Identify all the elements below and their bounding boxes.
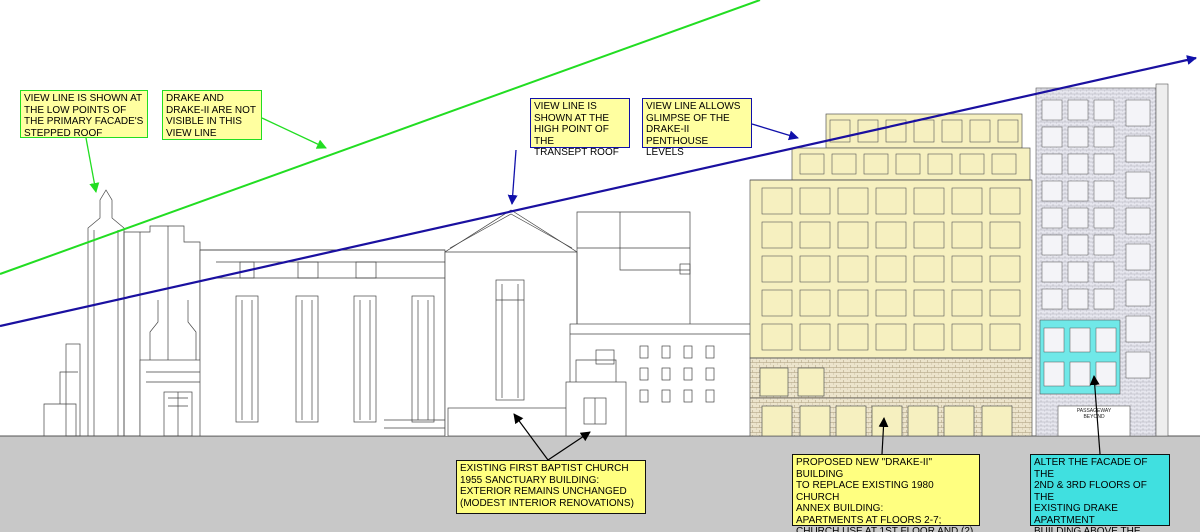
drake-ii-window [989, 221, 1021, 249]
penthouse-window [799, 153, 825, 175]
drake-ii-window [913, 255, 945, 283]
drake-ii-window [799, 221, 831, 249]
drake-window [1093, 261, 1115, 283]
drake-ii-window [761, 323, 793, 351]
drake-ii-window [989, 323, 1021, 351]
drake-ii-window [799, 289, 831, 317]
penthouse-window [969, 119, 991, 143]
drake-ii-window [799, 187, 831, 215]
note-proposed-drake-ii: PROPOSED NEW "DRAKE-II" BUILDING TO REPL… [792, 454, 980, 532]
penthouse-window [895, 153, 921, 175]
penthouse-window [959, 153, 985, 175]
elevation-svg [0, 0, 1200, 532]
drake-ii-window [951, 323, 983, 351]
drake-window [1041, 180, 1063, 202]
drake-ii-window [837, 187, 869, 215]
drake-window [1125, 243, 1151, 271]
drake-ii-window [951, 289, 983, 317]
drake-ii-window [875, 323, 907, 351]
drake-window [1069, 327, 1091, 353]
drake-window [1095, 327, 1117, 353]
drake-ii-window [913, 221, 945, 249]
drake-window [1041, 261, 1063, 283]
leader-view-line-low [85, 137, 100, 193]
note-alter-drake-facade: ALTER THE FACADE OF THE 2nd & 3rd FLOORS… [1030, 454, 1170, 532]
drake-window [1043, 327, 1065, 353]
note-view-line-high-point: VIEW LINE IS SHOWN AT THE HIGH POINT OF … [530, 98, 630, 158]
drake-window [1067, 153, 1089, 175]
drake-window [1125, 207, 1151, 235]
drake-ii-window [875, 289, 907, 317]
penthouse-window [831, 153, 857, 175]
drake-window [1125, 351, 1151, 379]
drake-window [1067, 126, 1089, 148]
drake-ii-window [989, 289, 1021, 317]
drake-window [1125, 135, 1151, 163]
drake-window [1043, 361, 1065, 387]
drake-window [1041, 99, 1063, 121]
drake-ii-window [837, 323, 869, 351]
drake-ii-window [951, 221, 983, 249]
drake-ii-window [761, 255, 793, 283]
drake-window [1041, 153, 1063, 175]
drake-ii-window [761, 187, 793, 215]
drake-window [1093, 99, 1115, 121]
drake-window [1125, 99, 1151, 127]
drake-ii-window [761, 289, 793, 317]
leader-view-line-high [507, 149, 518, 205]
drake-ii-window [913, 289, 945, 317]
drake-window [1069, 361, 1091, 387]
drake-ii-window [837, 255, 869, 283]
drake-ii-window [799, 255, 831, 283]
drake-ii-window [837, 289, 869, 317]
drake-window [1041, 126, 1063, 148]
drake-window [1093, 180, 1115, 202]
leader-drake-not-visible [261, 117, 327, 149]
drake-ii-window [837, 221, 869, 249]
drake-ii-window [913, 323, 945, 351]
drake-ii-window [989, 187, 1021, 215]
drake-window [1067, 99, 1089, 121]
note-view-line-low-points: VIEW LINE IS SHOWN AT THE LOW POINTS OF … [20, 90, 148, 139]
drake-window [1041, 234, 1063, 256]
drake-window [1067, 261, 1089, 283]
drake-window [1093, 153, 1115, 175]
penthouse-window [913, 119, 935, 143]
drake-window [1093, 234, 1115, 256]
drake-ii-window [761, 221, 793, 249]
existing-church [43, 189, 753, 437]
drake-window [1041, 288, 1063, 310]
drake-ii-window [913, 187, 945, 215]
drake-window [1067, 207, 1089, 229]
penthouse-window [863, 153, 889, 175]
drake-window [1093, 288, 1115, 310]
passageway-label: PASSAGEWAY BEYOND [1076, 408, 1112, 420]
elevation-drawing: PASSAGEWAY BEYOND VIEW LINE IS SHOWN AT … [0, 0, 1200, 532]
drake-window [1095, 361, 1117, 387]
drake-window [1125, 171, 1151, 199]
penthouse-window [941, 119, 963, 143]
drake-window [1067, 234, 1089, 256]
drake-ii-window [989, 255, 1021, 283]
drake-window [1093, 207, 1115, 229]
penthouse-window [997, 119, 1019, 143]
penthouse-window [927, 153, 953, 175]
drake-ii-window [875, 187, 907, 215]
note-existing-church: EXISTING FIRST BAPTIST CHURCH 1955 SANCT… [456, 460, 646, 514]
drake-window [1067, 180, 1089, 202]
drake-ii-window [799, 323, 831, 351]
drake-window [1093, 126, 1115, 148]
drake-window [1067, 288, 1089, 310]
note-view-line-glimpse: VIEW LINE ALLOWS GLIMPSE OF THE DRAKE-II… [642, 98, 752, 158]
penthouse-window [991, 153, 1017, 175]
drake-ii-window [951, 255, 983, 283]
leader-view-line-glimpse [751, 123, 799, 141]
drake-window [1125, 279, 1151, 307]
drake-ii-window [951, 187, 983, 215]
drake-ii-window [875, 221, 907, 249]
drake-window [1125, 315, 1151, 343]
drake-ii-window [875, 255, 907, 283]
note-drake-not-visible: DRAKE AND DRAKE-II ARE NOT VISIBLE IN TH… [162, 90, 262, 140]
drake-window [1041, 207, 1063, 229]
